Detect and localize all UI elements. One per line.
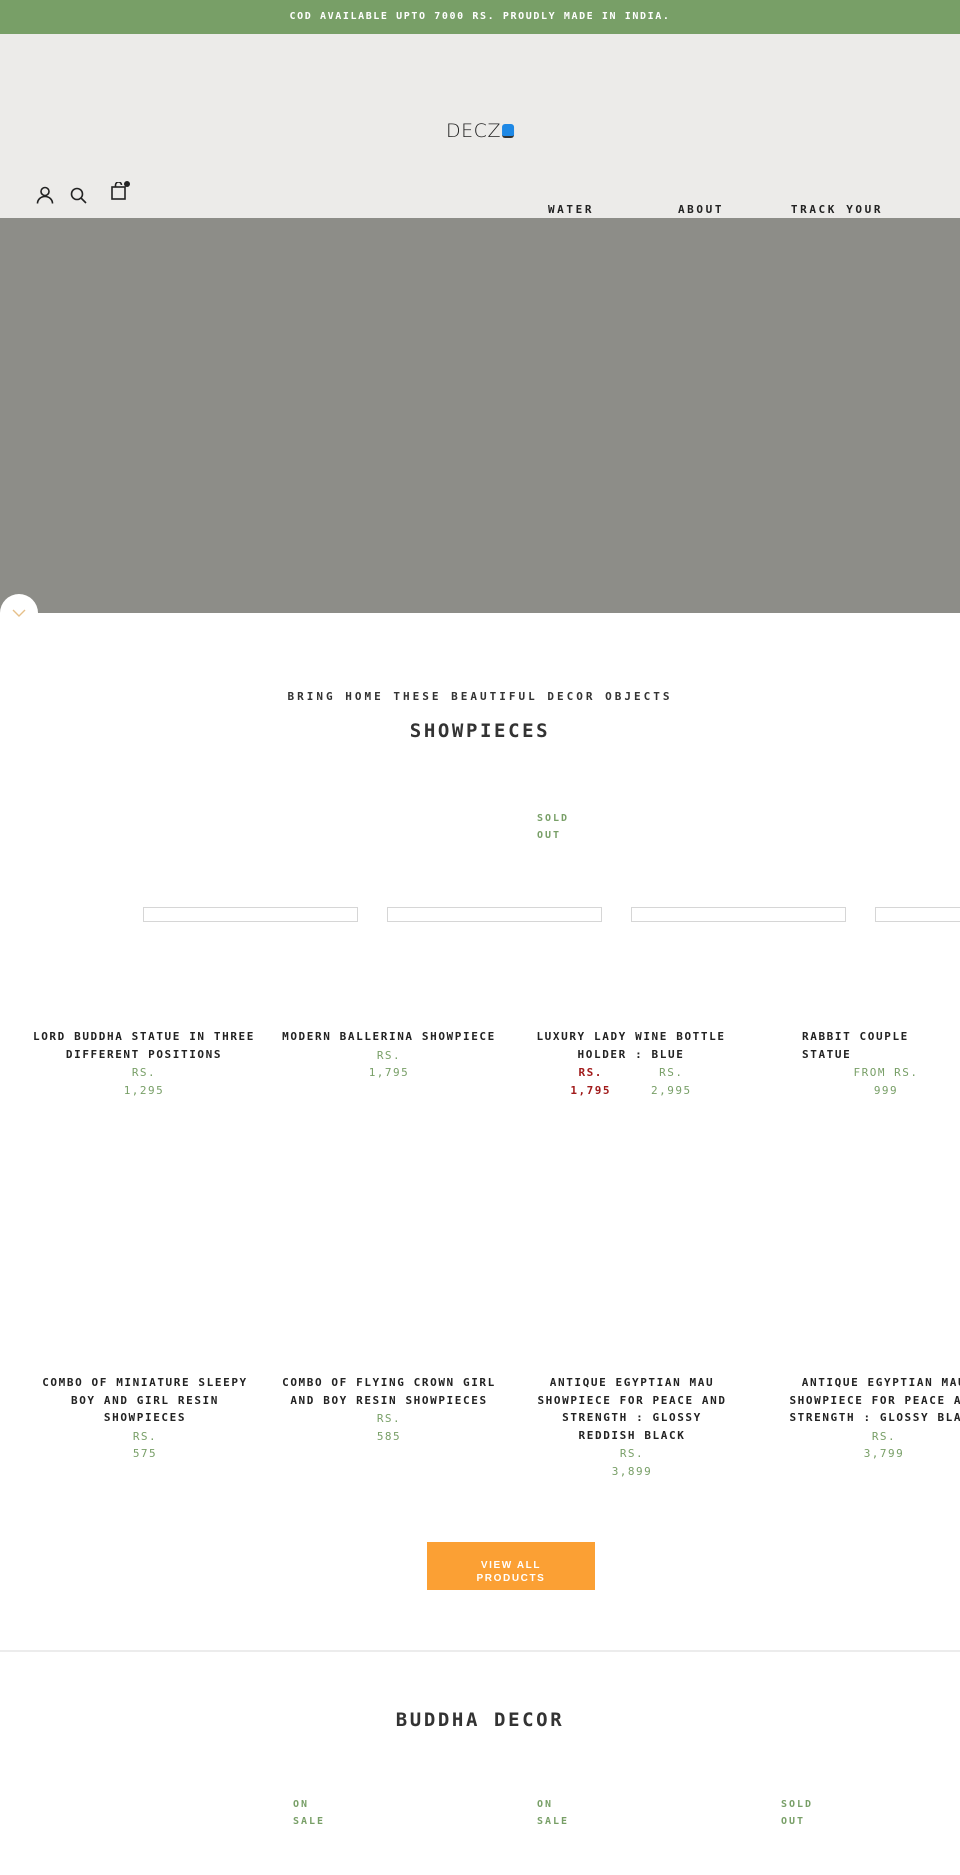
product-image-placeholder (631, 907, 846, 922)
section-divider (0, 1650, 960, 1652)
sold-out-badge: SOLD OUT (781, 1799, 814, 1827)
product-card[interactable]: LUXURY LADY WINE BOTTLE HOLDER : BLUE RS… (528, 1028, 734, 1099)
product-image-placeholder (143, 907, 358, 922)
view-all-products-button[interactable]: VIEW ALL PRODUCTS (427, 1542, 595, 1590)
site-header: DECZ HOME CATEGORIES BUDDHA SHOWPIECES W… (0, 34, 960, 252)
sold-out-badge: SOLD OUT (537, 813, 570, 841)
product-price: RS. 3,899 (611, 1447, 653, 1478)
product-title[interactable]: ANTIQUE EGYPTIAN MAU SHOWPIECE FOR PEACE… (534, 1374, 730, 1444)
sale-price: RS. 1,795 (570, 1066, 611, 1097)
product-price: RS. 3,799 (863, 1429, 905, 1461)
announcement-text: COD AVAILABLE UPTO 7000 RS. PROUDLY MADE… (289, 11, 671, 22)
product-price: RS. 585 (376, 1412, 402, 1443)
search-icon[interactable] (70, 187, 87, 204)
product-card[interactable]: MODERN BALLERINA SHOWPIECE RS. 1,795 (282, 1028, 496, 1082)
product-title[interactable]: COMBO OF FLYING CROWN GIRL AND BOY RESIN… (282, 1374, 496, 1409)
product-price: FROM RS. 999 (853, 1066, 919, 1097)
product-title[interactable]: RABBIT COUPLE STATUE (790, 1028, 960, 1063)
header-icons (36, 181, 130, 204)
product-price: RS. 1,295 (123, 1066, 165, 1097)
section-subtitle: BRING HOME THESE BEAUTIFUL DECOR OBJECTS (287, 690, 673, 703)
cart-icon[interactable] (111, 181, 130, 200)
product-card[interactable]: LORD BUDDHA STATUE IN THREE DIFFERENT PO… (30, 1028, 258, 1099)
on-sale-badge: ON SALE (293, 1799, 326, 1827)
product-title[interactable]: COMBO OF MINIATURE SLEEPY BOY AND GIRL R… (40, 1374, 250, 1427)
section-title-showpieces: SHOWPIECES (409, 720, 551, 742)
product-title[interactable]: LORD BUDDHA STATUE IN THREE DIFFERENT PO… (30, 1028, 258, 1063)
cart-count-dot (124, 181, 130, 187)
scroll-down-button[interactable] (0, 594, 38, 632)
announcement-bar: COD AVAILABLE UPTO 7000 RS. PROUDLY MADE… (0, 0, 960, 34)
product-card[interactable]: COMBO OF MINIATURE SLEEPY BOY AND GIRL R… (40, 1374, 250, 1463)
product-image-placeholder (387, 907, 602, 922)
product-card[interactable]: ANTIQUE EGYPTIAN MAU SHOWPIECE FOR PEACE… (786, 1374, 960, 1463)
logo-mark (501, 124, 514, 138)
logo-text: DECZ (446, 120, 501, 142)
product-title[interactable]: LUXURY LADY WINE BOTTLE HOLDER : BLUE (528, 1028, 734, 1063)
chevron-down-icon (12, 609, 26, 617)
product-card[interactable]: RABBIT COUPLE STATUE FROM RS. 999 (790, 1028, 960, 1099)
product-price: RS. 575 (132, 1429, 158, 1461)
product-card[interactable]: ANTIQUE EGYPTIAN MAU SHOWPIECE FOR PEACE… (534, 1374, 730, 1480)
product-title[interactable]: MODERN BALLERINA SHOWPIECE (282, 1028, 496, 1046)
product-price: RS. 1,795 RS. 2,995 (528, 1064, 734, 1099)
user-icon[interactable] (36, 186, 54, 204)
product-title[interactable]: ANTIQUE EGYPTIAN MAU SHOWPIECE FOR PEACE… (786, 1374, 960, 1427)
product-price: RS. 1,795 (368, 1048, 410, 1080)
section-title-buddha-decor: BUDDHA DECOR (395, 1709, 565, 1731)
product-card[interactable]: COMBO OF FLYING CROWN GIRL AND BOY RESIN… (282, 1374, 496, 1445)
site-logo[interactable]: DECZ (446, 120, 514, 142)
regular-price: RS. 2,995 (651, 1066, 692, 1097)
product-image-placeholder (875, 907, 960, 922)
hero-banner (0, 218, 960, 613)
on-sale-badge: ON SALE (537, 1799, 570, 1827)
